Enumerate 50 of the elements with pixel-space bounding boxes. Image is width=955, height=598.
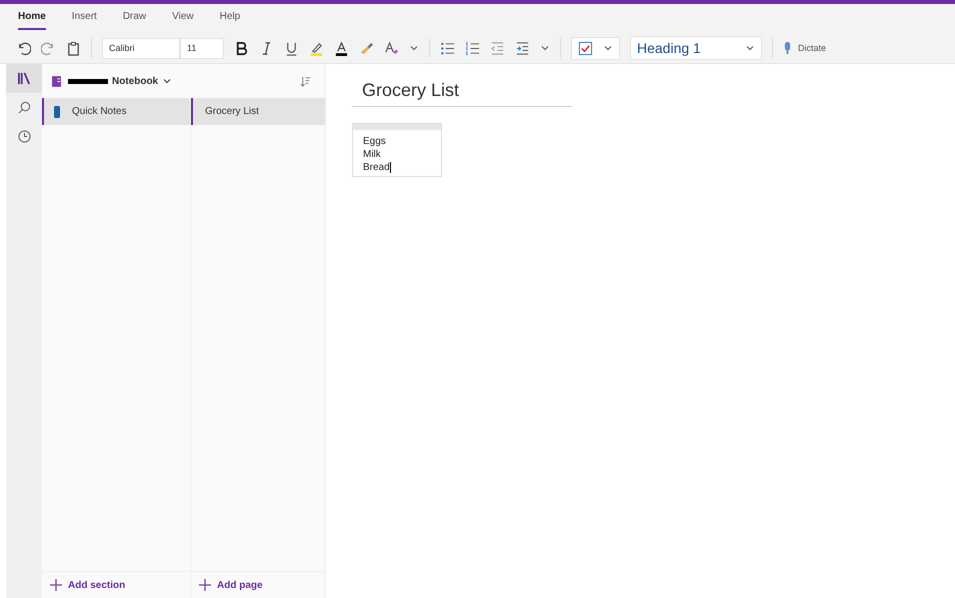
outdent-icon[interactable]	[490, 40, 505, 56]
plus-icon	[199, 579, 211, 591]
add-section-button[interactable]: Add section	[42, 571, 190, 598]
chevron-icon[interactable]	[162, 76, 172, 86]
microphone-icon	[783, 41, 792, 55]
highlighter-icon[interactable]	[309, 40, 324, 56]
bullet-list-icon[interactable]	[440, 40, 455, 56]
clipboard-icon[interactable]	[66, 40, 81, 56]
redo-icon[interactable]	[41, 40, 56, 56]
dictate-button[interactable]: Dictate	[783, 41, 826, 55]
note-line: Eggs	[363, 135, 387, 148]
font-color-icon[interactable]	[334, 40, 349, 56]
numbered-list-icon[interactable]	[465, 40, 480, 56]
style-dropdown[interactable]: Heading 1	[630, 36, 762, 60]
section-item[interactable]: Quick Notes	[42, 98, 190, 125]
page-title[interactable]: Grocery List	[352, 80, 572, 107]
add-page-button[interactable]: Add page	[191, 571, 325, 598]
todo-tag-button[interactable]	[571, 36, 620, 60]
notebook-name[interactable]: Notebook	[112, 76, 158, 86]
note-container[interactable]: Eggs Milk Bread	[352, 123, 442, 177]
ribbon-tab[interactable]: View	[172, 11, 194, 28]
clock-icon	[18, 130, 30, 143]
font-size-field[interactable]: 11	[180, 38, 224, 58]
page-item[interactable]: Grocery List	[191, 98, 325, 125]
ribbon-tab[interactable]: Insert	[72, 11, 97, 28]
ribbon-tab[interactable]: Help	[220, 11, 240, 28]
section-tab-icon	[54, 104, 60, 120]
underline-icon[interactable]	[284, 40, 299, 56]
checkbox-icon	[578, 40, 593, 56]
notebooks-icon	[18, 72, 30, 85]
indent-icon[interactable]	[515, 40, 530, 56]
chevron-icon	[745, 43, 755, 53]
chevron-icon[interactable]	[409, 43, 419, 53]
chevron-icon	[603, 43, 613, 53]
bold-icon[interactable]	[234, 40, 249, 56]
note-line: Bread	[363, 161, 392, 174]
brush-icon[interactable]	[359, 40, 374, 56]
undo-icon[interactable]	[16, 40, 31, 56]
chevron-icon[interactable]	[540, 43, 550, 53]
ribbon-tab[interactable]: Draw	[122, 11, 146, 28]
note-line: Milk	[363, 148, 382, 161]
plus-icon	[50, 579, 62, 591]
sort-icon[interactable]	[300, 76, 311, 86]
search-icon	[18, 101, 30, 114]
notebooks-button[interactable]	[6, 64, 42, 93]
redaction-bar	[68, 78, 108, 84]
clear-format-icon[interactable]	[384, 40, 399, 56]
notebook-icon	[52, 76, 61, 86]
font-field[interactable]: Calibri	[102, 38, 180, 58]
ribbon-tab[interactable]: Home	[18, 11, 46, 30]
